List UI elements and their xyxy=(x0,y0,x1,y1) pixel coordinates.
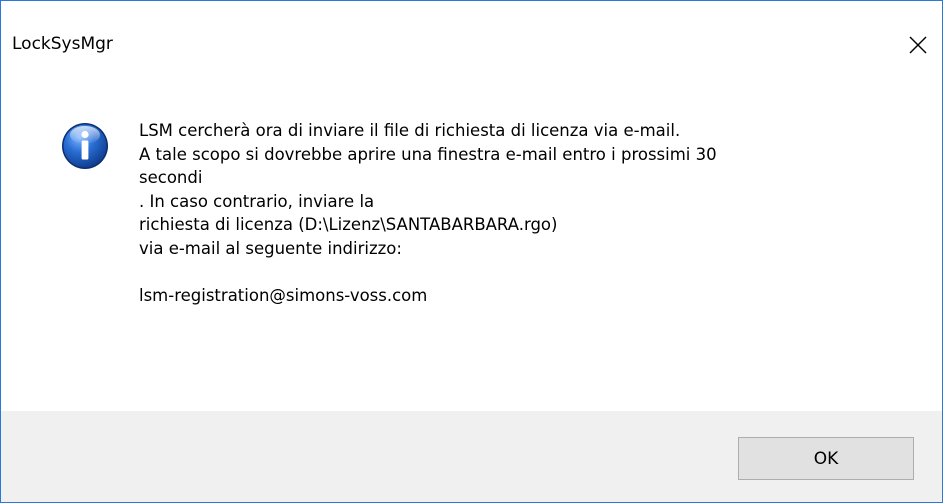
close-icon xyxy=(909,36,927,54)
close-button[interactable] xyxy=(896,23,942,63)
message-line-blank xyxy=(139,260,919,284)
message-line: . In caso contrario, inviare la xyxy=(139,191,375,211)
message-line: LSM cercherà ora di inviare il file di r… xyxy=(139,121,681,140)
email-address: lsm-registration@simons-voss.com xyxy=(139,285,428,305)
dialog-window: LockSysMgr LSM cercherà ora di inviare i… xyxy=(0,0,943,503)
ok-button[interactable]: OK xyxy=(738,437,914,480)
button-bar: OK xyxy=(1,411,942,502)
message-line: via e-mail al seguente indirizzo: xyxy=(139,238,402,258)
info-icon xyxy=(62,123,108,169)
message-line: secondi xyxy=(139,168,203,187)
message-line: A tale scopo si dovrebbe aprire una fine… xyxy=(139,144,717,164)
message-line: richiesta di licenza (D:\Lizenz\SANTABAR… xyxy=(139,215,558,234)
dialog-content: LSM cercherà ora di inviare il file di r… xyxy=(1,61,942,411)
window-title: LockSysMgr xyxy=(12,34,113,54)
title-bar: LockSysMgr xyxy=(1,1,942,61)
dialog-message: LSM cercherà ora di inviare il file di r… xyxy=(139,119,919,307)
